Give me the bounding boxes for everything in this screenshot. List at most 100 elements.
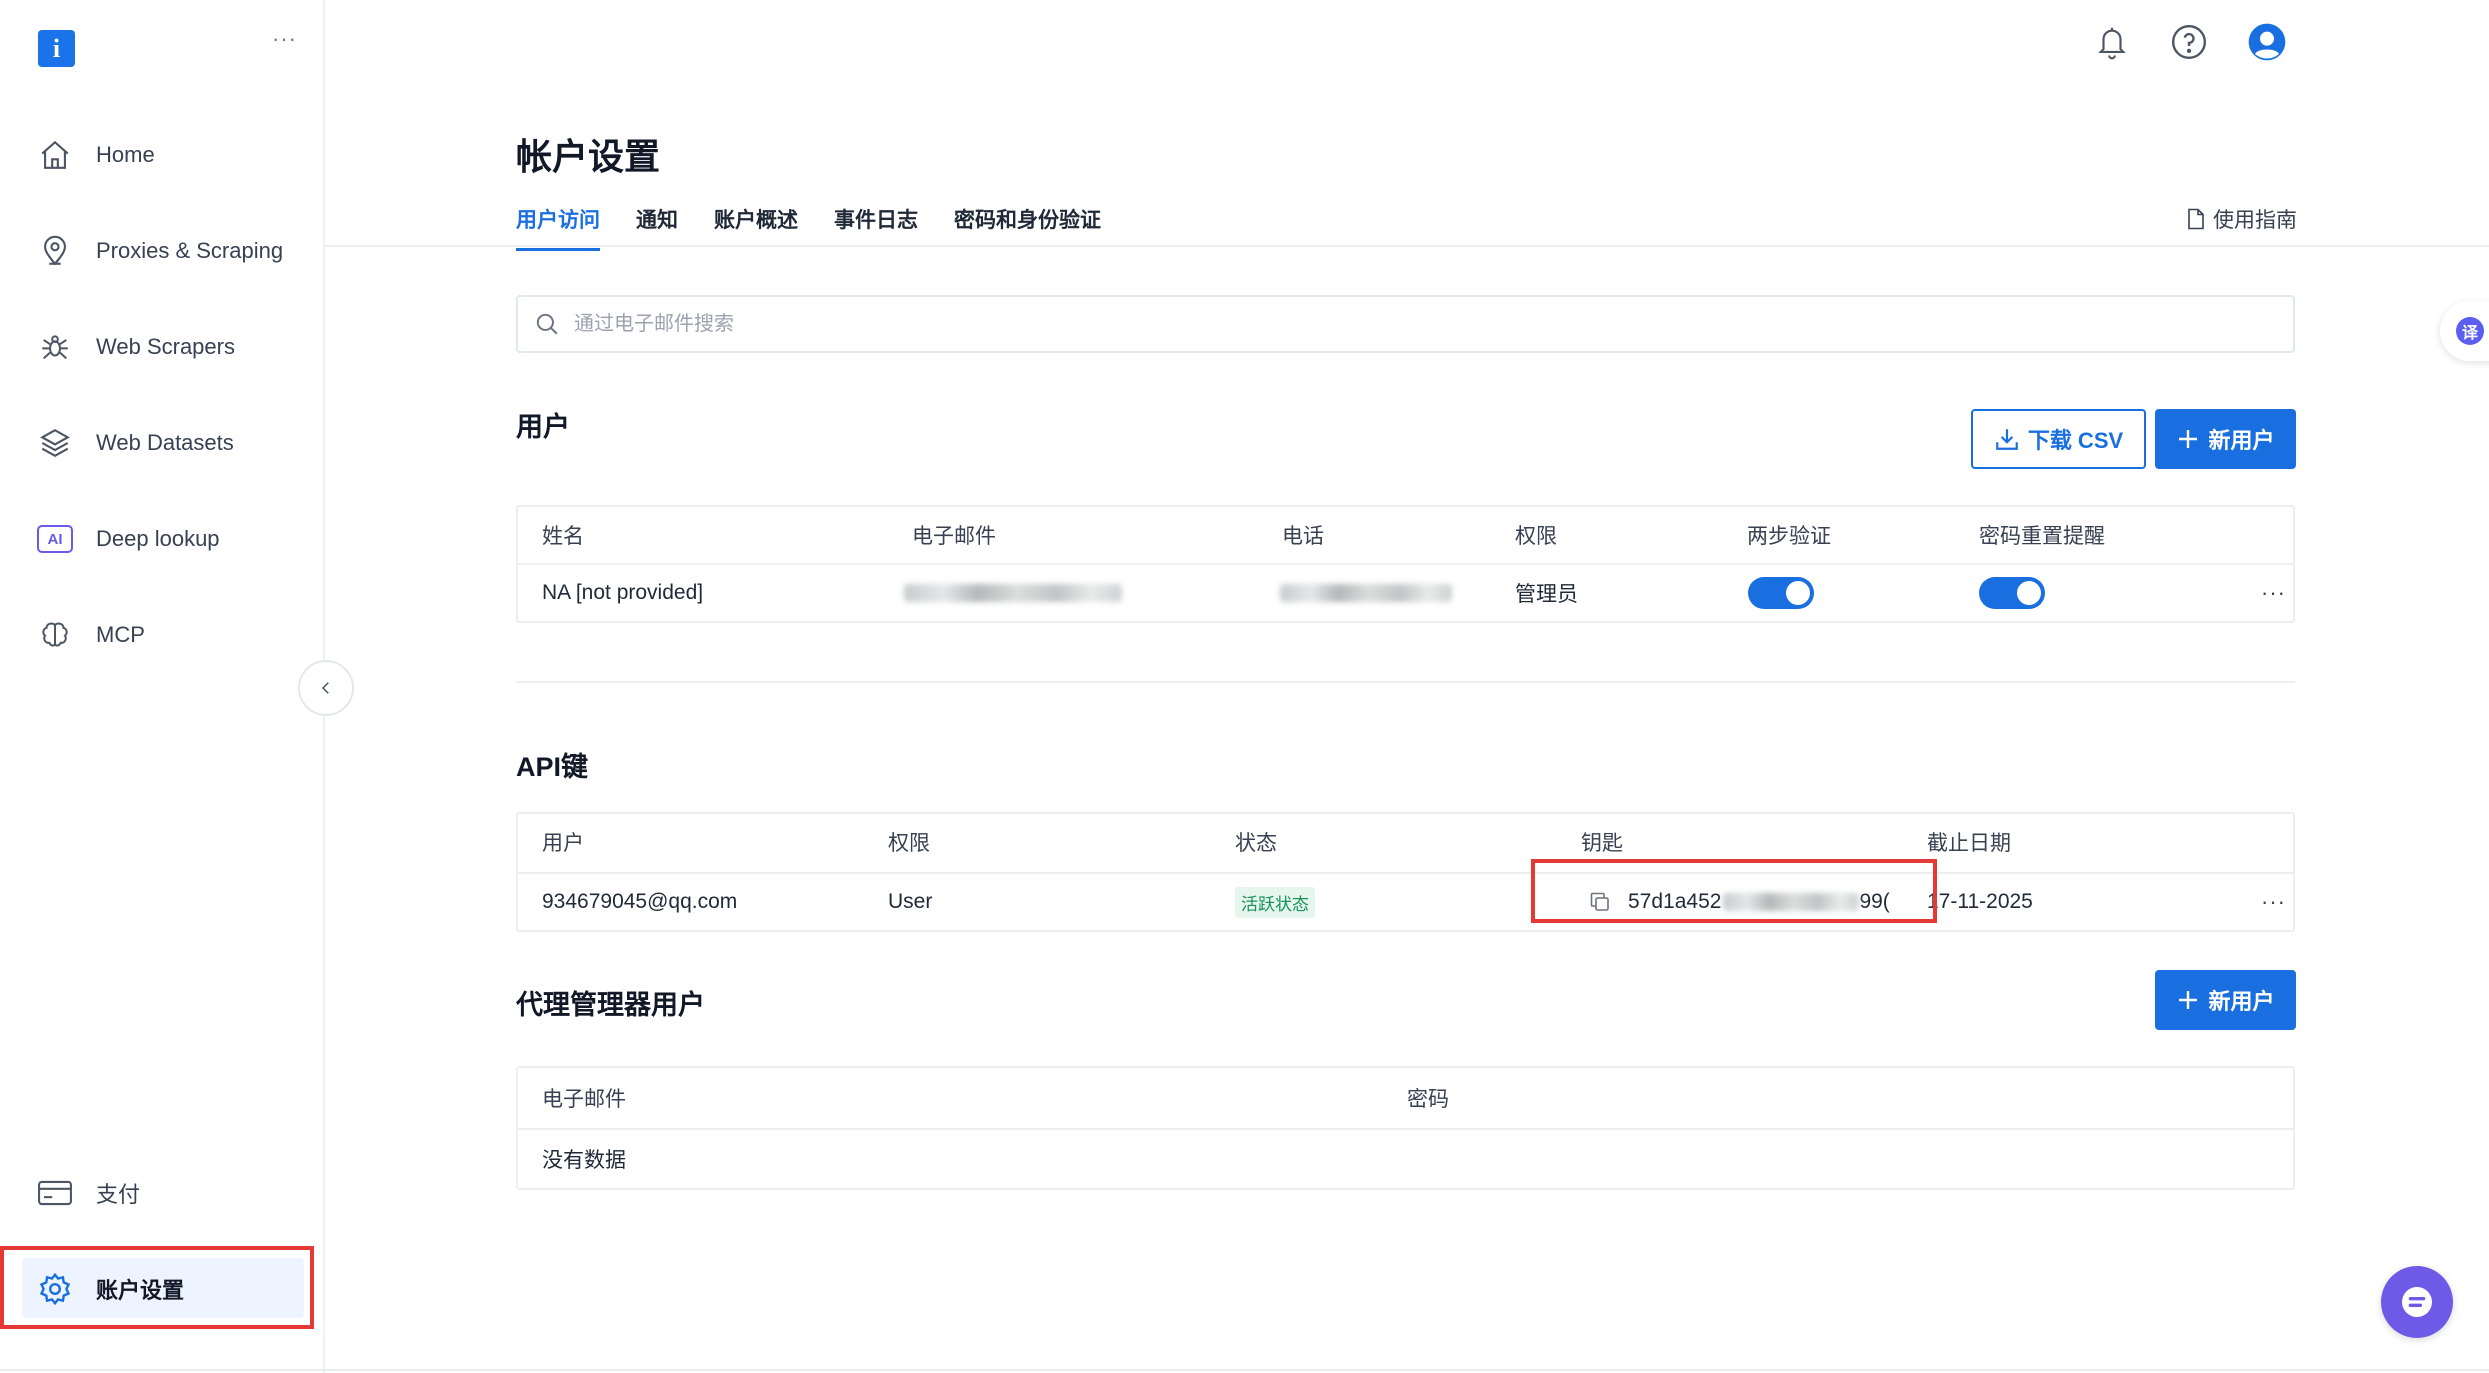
download-csv-label: 下载 CSV	[2027, 428, 2124, 453]
sidebar-item-proxies[interactable]: Proxies & Scraping	[36, 223, 306, 279]
sidebar-item-label: Web Scrapers	[96, 334, 235, 359]
plus-icon	[2179, 991, 2198, 1009]
tab-account-overview[interactable]: 账户概述	[714, 204, 798, 251]
column-header: 截止日期	[1927, 832, 2011, 855]
search-input[interactable]	[572, 311, 2176, 337]
sidebar-item-label: Deep lookup	[96, 526, 220, 551]
document-icon	[2188, 208, 2204, 230]
toggle-switch[interactable]	[1748, 577, 1814, 609]
sidebar-item-label: 支付	[96, 1182, 141, 1207]
api-keys-table: 用户 权限 状态 钥匙 截止日期 934679045@qq.com User 活…	[516, 812, 2295, 932]
column-header: 电子邮件	[542, 1088, 626, 1111]
user-name-cell: NA [not provided]	[542, 581, 704, 604]
column-header: 权限	[1515, 525, 1557, 548]
empty-row: 没有数据	[518, 1128, 2293, 1188]
proxy-users-table: 电子邮件 密码 没有数据	[516, 1066, 2295, 1190]
download-icon	[1995, 429, 2018, 450]
table-row[interactable]: 934679045@qq.com User 活跃状态 57d1a452 99( …	[518, 872, 2293, 930]
tab-event-log[interactable]: 事件日志	[834, 204, 918, 251]
brain-icon	[36, 616, 74, 654]
sidebar: i ··· Home Proxies & Scraping Web Scrape…	[0, 0, 325, 1373]
redacted-email	[904, 565, 1122, 621]
column-header: 状态	[1235, 832, 1277, 855]
users-table: 姓名 电子邮件 电话 权限 两步验证 密码重置提醒 NA [not provid…	[516, 505, 2295, 623]
api-permission-cell: User	[888, 890, 933, 913]
sidebar-item-account-settings[interactable]: 账户设置	[36, 1261, 184, 1317]
logo-letter: i	[52, 34, 61, 63]
column-header: 用户	[542, 832, 584, 855]
add-user-button[interactable]: 新用户	[2155, 409, 2296, 469]
ai-badge-text: AI	[37, 525, 73, 553]
add-proxy-user-button[interactable]: 新用户	[2155, 970, 2296, 1030]
table-row[interactable]: NA [not provided] 管理员 ···	[518, 563, 2293, 621]
chat-icon	[2402, 1287, 2432, 1317]
search-box	[516, 295, 2295, 353]
sidebar-item-web-scrapers[interactable]: Web Scrapers	[36, 319, 306, 375]
column-header: 姓名	[542, 525, 584, 548]
status-badge: 活跃状态	[1235, 886, 1315, 918]
sidebar-item-web-datasets[interactable]: Web Datasets	[36, 415, 306, 471]
chat-button[interactable]	[2381, 1266, 2453, 1338]
app-logo[interactable]: i	[38, 30, 75, 67]
column-header: 密码	[1407, 1088, 1449, 1111]
column-header: 电话	[1282, 525, 1324, 548]
reset-reminder-toggle[interactable]	[1979, 565, 2045, 621]
location-pin-icon	[36, 232, 74, 270]
download-csv-button[interactable]: 下载 CSV	[1971, 409, 2146, 469]
more-menu-icon[interactable]: ···	[272, 26, 297, 52]
sidebar-item-label: 账户设置	[96, 1278, 185, 1303]
permission-cell: 管理员	[1515, 583, 1578, 606]
empty-state-text: 没有数据	[542, 1149, 626, 1172]
collapse-sidebar-button[interactable]	[298, 660, 354, 716]
layers-icon	[36, 424, 74, 462]
usage-guide-label: 使用指南	[2213, 209, 2297, 232]
tab-notifications[interactable]: 通知	[636, 204, 678, 251]
translate-icon: 译	[2456, 317, 2484, 345]
api-keys-section-title: API键	[516, 752, 589, 782]
toggle-switch[interactable]	[1979, 577, 2045, 609]
add-proxy-user-label: 新用户	[2208, 989, 2275, 1014]
api-keys-table-header: 用户 权限 状态 钥匙 截止日期	[518, 814, 2293, 872]
bell-icon[interactable]	[2090, 20, 2134, 64]
sidebar-item-label: Proxies & Scraping	[96, 238, 284, 263]
proxy-users-section-title: 代理管理器用户	[516, 990, 705, 1020]
column-header: 密码重置提醒	[1979, 525, 2105, 548]
search-icon	[536, 313, 558, 335]
sidebar-item-label: Web Datasets	[96, 430, 234, 455]
translate-widget[interactable]: 译	[2440, 301, 2489, 361]
users-section-title: 用户	[516, 412, 570, 442]
sidebar-item-label: MCP	[96, 622, 145, 647]
ai-badge-icon: AI	[36, 520, 74, 558]
sidebar-item-home[interactable]: Home	[36, 127, 306, 183]
api-key-highlight	[1531, 859, 1937, 923]
column-header: 电子邮件	[912, 525, 996, 548]
usage-guide-link[interactable]: 使用指南	[2187, 204, 2297, 234]
credit-card-icon	[36, 1174, 74, 1212]
redacted-phone	[1280, 565, 1452, 621]
sidebar-item-payment[interactable]: 支付	[36, 1165, 306, 1221]
two-step-toggle[interactable]	[1748, 565, 1814, 621]
user-avatar-icon[interactable]	[2245, 20, 2289, 64]
column-header: 权限	[888, 832, 930, 855]
section-divider	[516, 681, 2295, 683]
tab-password-auth[interactable]: 密码和身份验证	[954, 204, 1101, 251]
row-more-menu-icon[interactable]: ···	[2261, 874, 2286, 930]
row-more-menu-icon[interactable]: ···	[2261, 565, 2286, 621]
chevron-left-icon	[321, 682, 329, 694]
help-icon[interactable]	[2167, 20, 2211, 64]
sidebar-item-deep-lookup[interactable]: AI Deep lookup	[36, 511, 306, 567]
home-icon	[36, 136, 74, 174]
tabs-divider	[325, 245, 2489, 247]
api-user-cell: 934679045@qq.com	[542, 890, 738, 913]
proxy-users-table-header: 电子邮件 密码	[518, 1068, 2293, 1128]
add-user-label: 新用户	[2208, 428, 2275, 453]
users-table-header: 姓名 电子邮件 电话 权限 两步验证 密码重置提醒	[518, 507, 2293, 563]
api-status-cell: 活跃状态	[1235, 874, 1315, 930]
spider-icon	[36, 328, 74, 366]
bottom-border	[0, 1369, 2489, 1371]
gear-icon	[36, 1270, 74, 1308]
sidebar-item-label: Home	[96, 142, 155, 167]
tab-user-access[interactable]: 用户访问	[516, 204, 600, 251]
plus-icon	[2179, 430, 2198, 448]
sidebar-item-mcp[interactable]: MCP	[36, 607, 306, 663]
